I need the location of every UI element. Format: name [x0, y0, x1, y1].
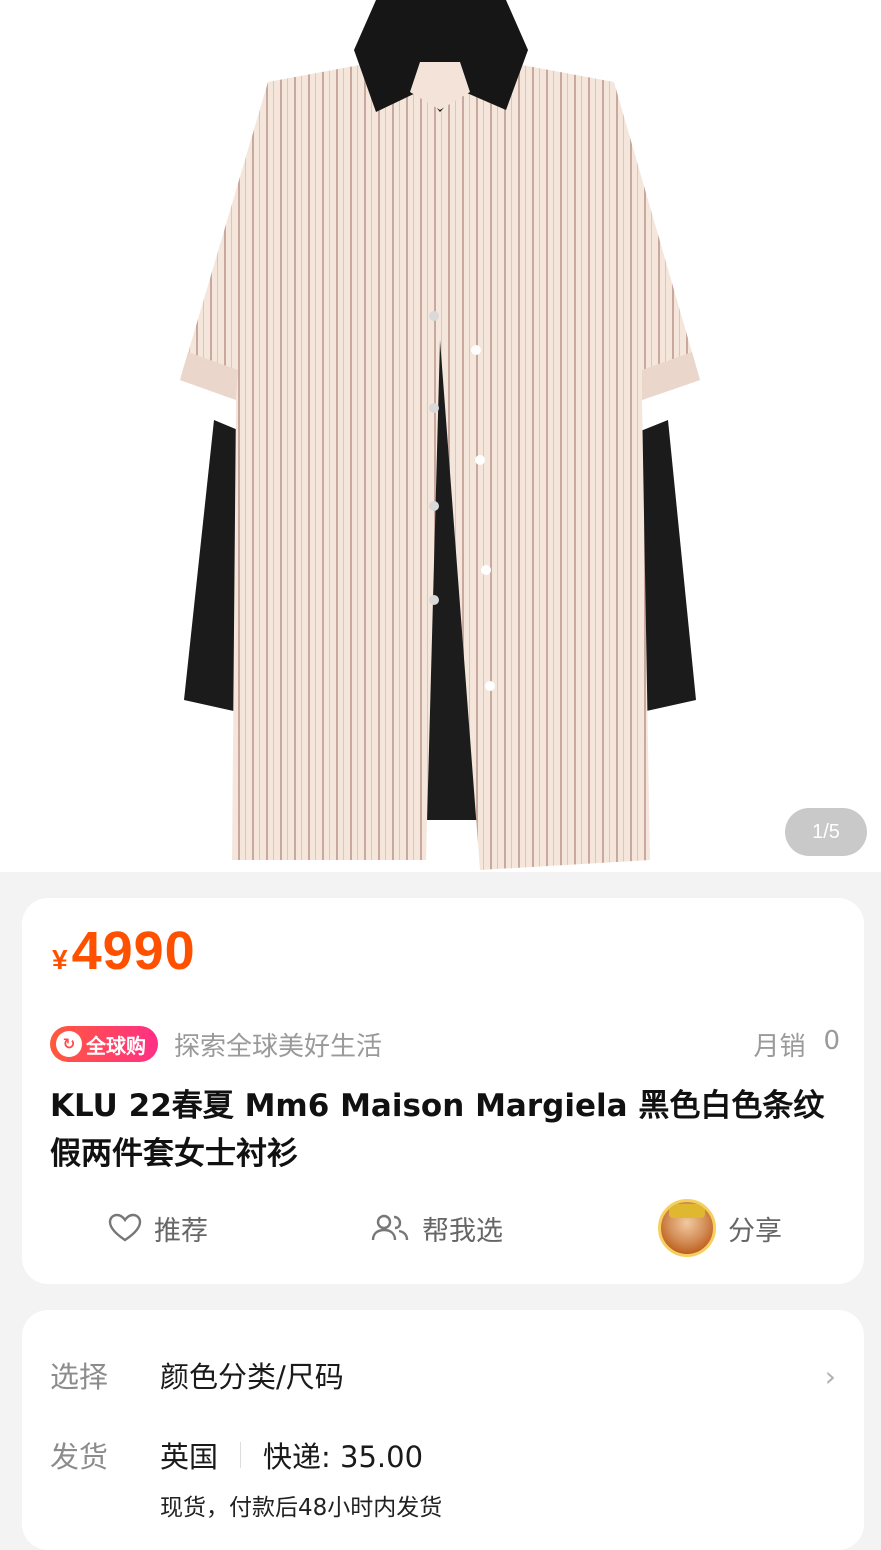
monthly-sales-value: 0 — [823, 1025, 840, 1056]
help-choose-label: 帮我选 — [422, 1215, 503, 1247]
share-label: 分享 — [728, 1215, 782, 1247]
price: ¥ 4990 — [52, 920, 196, 982]
monthly-sales: 月销 0 — [753, 1026, 840, 1063]
recommend-button[interactable]: 推荐 — [108, 1202, 208, 1254]
chevron-right-icon[interactable]: › — [825, 1360, 836, 1393]
product-image-gallery[interactable]: 1/5 — [0, 0, 881, 872]
recommend-label: 推荐 — [154, 1215, 208, 1247]
price-value: 4990 — [71, 921, 196, 981]
tag-row: ↻ 全球购 探索全球美好生活 月销 0 — [50, 1024, 840, 1064]
badge-label: 全球购 — [86, 1033, 146, 1058]
heart-icon — [108, 1213, 142, 1242]
shipping-row: 发货 英国 快递: 35.00 — [50, 1434, 423, 1476]
ship-origin: 英国 — [160, 1440, 219, 1474]
select-spec-row[interactable]: 选择 颜色分类/尺码 — [50, 1354, 344, 1396]
ship-label: 发货 — [50, 1440, 109, 1474]
select-label: 选择 — [50, 1360, 109, 1394]
product-photo — [180, 0, 700, 870]
monthly-sales-label: 月销 — [753, 1031, 806, 1062]
image-page-indicator: 1/5 — [785, 808, 867, 856]
share-button[interactable]: 分享 — [658, 1199, 782, 1257]
slogan: 探索全球美好生活 — [174, 1031, 383, 1062]
action-row: 推荐 帮我选 分享 — [22, 1199, 864, 1257]
select-value: 颜色分类/尺码 — [160, 1360, 344, 1394]
people-icon — [371, 1214, 409, 1241]
ship-fee: 快递: 35.00 — [263, 1440, 424, 1474]
divider — [240, 1442, 242, 1468]
currency-symbol: ¥ — [52, 944, 68, 975]
product-title: KLU 22春夏 Mm6 Maison Margiela 黑色白色条纹 假两件套… — [50, 1088, 825, 1172]
spec-card: 选择 颜色分类/尺码 › 发货 英国 快递: 35.00 现货，付款后48小时内… — [22, 1310, 864, 1550]
global-purchase-icon: ↻ — [56, 1031, 82, 1057]
help-choose-button[interactable]: 帮我选 — [370, 1202, 503, 1254]
share-avatar-icon — [658, 1199, 716, 1257]
global-purchase-badge[interactable]: ↻ 全球购 — [50, 1026, 158, 1062]
ship-note: 现货，付款后48小时内发货 — [160, 1495, 443, 1521]
price-card: ¥ 4990 ↻ 全球购 探索全球美好生活 月销 0 KLU 22春夏 Mm6 … — [22, 898, 864, 1284]
